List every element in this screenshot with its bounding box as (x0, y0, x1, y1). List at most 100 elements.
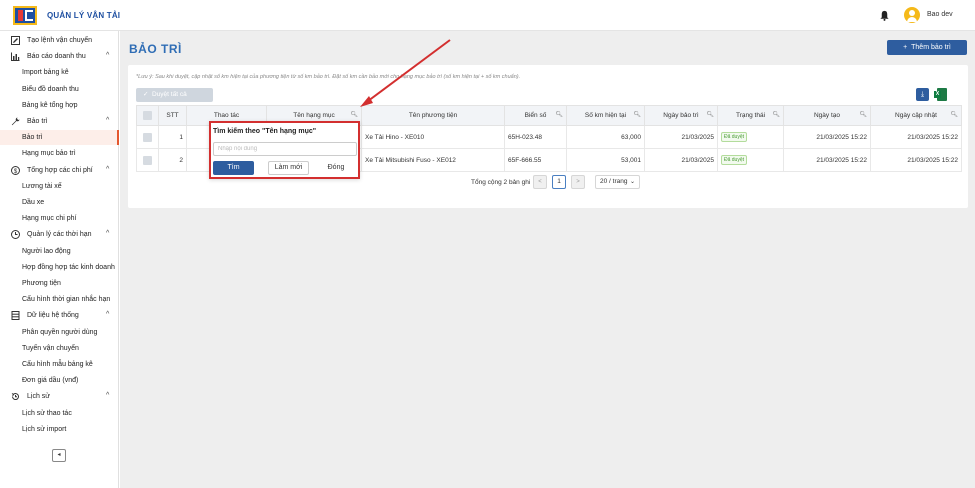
next-page-button[interactable]: > (571, 175, 585, 189)
chevron-up-icon: ^ (106, 230, 110, 238)
row-created: 21/03/2025 15:22 (783, 148, 871, 172)
header-plate: Biển số 🔍︎ (504, 105, 567, 126)
sidebar-item-label: Lịch sử import (22, 425, 67, 433)
row-vehicle: Xe Tải Hino - XE010 (361, 125, 505, 149)
sidebar-item-label: Tạo lệnh vận chuyển (27, 37, 92, 44)
row-status: Đã duyệt (717, 125, 784, 149)
row-created: 21/03/2025 15:22 (783, 125, 871, 149)
sidebar-item-23[interactable]: Lịch sử thao tác (0, 406, 119, 421)
sidebar-item-3[interactable]: Biểu đồ doanh thu (0, 82, 119, 97)
search-icon[interactable]: 🔍︎ (772, 111, 780, 118)
page-1-button[interactable]: 1 (552, 175, 566, 189)
main-content: BẢO TRÌ + Thêm bảo trì *Lưu ý: Sau khi d… (120, 31, 975, 488)
row-vehicle: Xe Tải Mitsubishi Fuso - XE012 (361, 148, 505, 172)
top-header: QUẢN LÝ VẬN TẢI Bao dev (0, 0, 975, 31)
sidebar-item-label: Dữ liệu hệ thống (27, 312, 79, 320)
sidebar-item-4[interactable]: Bảng kê tổng hợp (0, 98, 119, 113)
chevron-up-icon: ^ (106, 311, 110, 319)
sidebar-item-18[interactable]: Phân quyền người dùng (0, 325, 119, 340)
row-km: 63,000 (566, 125, 645, 149)
header-vehicle: Tên phương tiện (361, 105, 505, 126)
sidebar-item-6[interactable]: Bảo trì (0, 130, 119, 146)
bell-icon[interactable] (879, 10, 890, 21)
download-button[interactable]: ⤓ (916, 88, 929, 101)
approval-note: *Lưu ý: Sau khi duyệt, cập nhật số km hi… (136, 74, 521, 80)
search-icon[interactable]: 🔍︎ (859, 111, 867, 118)
search-icon[interactable]: 🔍︎ (633, 111, 641, 118)
app-title: QUẢN LÝ VẬN TẢI (47, 11, 121, 20)
sidebar-item-7[interactable]: Hạng mục bảo trì (0, 146, 119, 161)
row-status: Đã duyệt (717, 148, 784, 172)
sidebar-item-label: Cấu hình thời gian nhắc hạn (22, 296, 111, 304)
sidebar-item-label: Tổng hợp các chi phí (27, 166, 93, 174)
app-logo[interactable] (13, 6, 37, 25)
row-updated: 21/03/2025 15:22 (870, 125, 962, 149)
sidebar-item-label: Hạng mục bảo trì (22, 150, 76, 158)
sidebar-item-label: Dầu xe (22, 199, 45, 206)
search-icon[interactable]: 🔍︎ (350, 111, 358, 118)
add-maintenance-button[interactable]: + Thêm bảo trì (887, 40, 967, 55)
sidebar-group-22[interactable]: ^ Lịch sử (0, 389, 119, 404)
search-icon[interactable]: 🔍︎ (706, 111, 714, 118)
sidebar-item-14[interactable]: Hợp đồng hợp tác kinh doanh (0, 260, 119, 275)
chevron-up-icon: ^ (106, 117, 110, 124)
approve-all-label: Duyệt tất cả (152, 91, 187, 98)
sidebar-item-15[interactable]: Phương tiện (0, 276, 119, 291)
bar-chart-icon (11, 52, 20, 62)
row-checkbox[interactable] (136, 148, 159, 172)
sidebar-item-24[interactable]: Lịch sử import (0, 422, 119, 437)
sidebar-group-8[interactable]: $ ^ Tổng hợp các chi phí (0, 163, 119, 178)
user-avatar[interactable] (904, 7, 920, 23)
sidebar-item-20[interactable]: Cấu hình mẫu bảng kê (0, 357, 119, 372)
user-name[interactable]: Bao dev (927, 11, 953, 18)
header-maintenance-date: Ngày bảo trì 🔍︎ (644, 105, 718, 126)
sidebar-group-5[interactable]: ^ Bảo trì (0, 114, 119, 129)
sidebar-item-16[interactable]: Cấu hình thời gian nhắc hạn (0, 292, 119, 307)
sidebar-group-1[interactable]: ^ Báo cáo doanh thu (0, 49, 119, 64)
sidebar-group-0[interactable]: Tạo lệnh vận chuyển (0, 33, 119, 48)
select-all-checkbox[interactable] (136, 105, 159, 126)
find-button[interactable]: Tìm (213, 161, 254, 175)
row-updated: 21/03/2025 15:22 (870, 148, 962, 172)
sidebar-item-label: Tuyến vận chuyển (22, 344, 79, 352)
popover-title: Tìm kiếm theo "Tên hạng mục" (213, 128, 317, 135)
header-updated: Ngày cập nhật 🔍︎ (870, 105, 962, 126)
sidebar-item-11[interactable]: Hạng mục chi phí (0, 211, 119, 226)
sidebar-item-label: Lịch sử (27, 393, 50, 401)
wrench-icon (11, 117, 20, 126)
status-badge: Đã duyệt (721, 132, 748, 142)
excel-export-button[interactable]: X (934, 88, 947, 101)
sidebar-item-label: Quản lý các thời hạn (27, 231, 92, 239)
sidebar-group-12[interactable]: ^ Quản lý các thời hạn (0, 227, 119, 242)
sidebar-item-label: Người lao động (22, 247, 71, 255)
sidebar-item-label: Hợp đồng hợp tác kinh doanh (22, 263, 115, 271)
sidebar-item-label: Import bảng kê (22, 69, 69, 77)
reset-button[interactable]: Làm mới (268, 161, 309, 175)
prev-page-button[interactable]: < (533, 175, 547, 189)
sidebar-item-10[interactable]: Dầu xe (0, 195, 119, 210)
sidebar-item-13[interactable]: Người lao động (0, 244, 119, 259)
database-icon (11, 311, 20, 321)
chevron-down-icon: ⌄ (629, 179, 635, 185)
collapse-sidebar-button[interactable]: ◂ (52, 449, 66, 462)
sidebar-item-label: Lịch sử thao tác (22, 409, 72, 417)
search-input[interactable] (213, 142, 357, 156)
sidebar-item-9[interactable]: Lương tài xế (0, 179, 119, 194)
search-icon[interactable]: 🔍︎ (555, 111, 563, 118)
approve-all-button[interactable]: ✓ Duyệt tất cả (136, 88, 213, 102)
sidebar-item-21[interactable]: Đơn giá dầu (vnđ) (0, 373, 119, 388)
sidebar-group-17[interactable]: ^ Dữ liệu hệ thống (0, 308, 119, 323)
check-icon: ✓ (143, 91, 149, 98)
row-checkbox[interactable] (136, 125, 159, 149)
page-title: BẢO TRÌ (129, 42, 182, 56)
plus-icon: + (903, 44, 912, 51)
sidebar-item-label: Đơn giá dầu (vnđ) (22, 377, 79, 385)
clock-icon (11, 230, 20, 240)
sidebar-item-label: Phân quyền người dùng (22, 328, 98, 336)
sidebar-item-2[interactable]: Import bảng kê (0, 65, 119, 80)
close-button[interactable]: Đóng (323, 161, 349, 175)
page-size-select[interactable]: 20 / trang ⌄ (595, 175, 640, 189)
sidebar-item-19[interactable]: Tuyến vận chuyển (0, 341, 119, 356)
row-plate: 65F-666.55 (504, 148, 567, 172)
search-icon[interactable]: 🔍︎ (950, 111, 958, 118)
